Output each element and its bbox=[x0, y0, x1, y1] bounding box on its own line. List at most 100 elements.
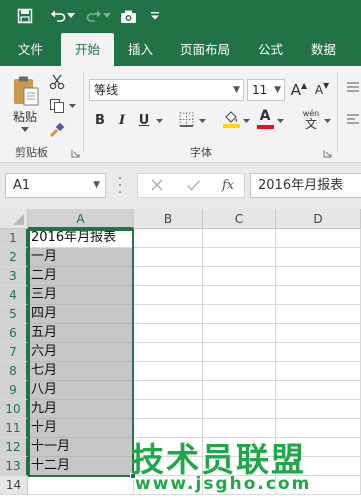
format-painter-icon[interactable] bbox=[47, 120, 67, 140]
cell-a11[interactable]: 十月 bbox=[28, 419, 134, 438]
cell-c7[interactable] bbox=[203, 343, 276, 362]
grow-font-button[interactable]: A ▲ bbox=[290, 79, 308, 101]
paste-dropdown-icon[interactable] bbox=[19, 124, 31, 134]
cell-a1[interactable]: 2016年月报表 bbox=[28, 229, 134, 248]
row-header[interactable]: 3 bbox=[0, 267, 28, 286]
underline-dropdown-icon[interactable] bbox=[154, 116, 164, 126]
cell-d9[interactable] bbox=[276, 381, 361, 400]
borders-icon[interactable] bbox=[177, 110, 195, 128]
cell-d10[interactable] bbox=[276, 400, 361, 419]
font-launcher-icon[interactable] bbox=[323, 147, 332, 158]
cell-b8[interactable] bbox=[134, 362, 203, 381]
column-header-c[interactable]: C bbox=[203, 209, 276, 229]
cell-b7[interactable] bbox=[134, 343, 203, 362]
row-header[interactable]: 4 bbox=[0, 286, 28, 305]
cell-c8[interactable] bbox=[203, 362, 276, 381]
formula-input[interactable]: 2016年月报表 bbox=[250, 173, 361, 198]
font-size-select[interactable]: 11 ▼ bbox=[247, 79, 285, 101]
phonetic-dropdown-icon[interactable] bbox=[322, 116, 332, 126]
cell-d8[interactable] bbox=[276, 362, 361, 381]
select-all-corner[interactable] bbox=[0, 209, 28, 229]
cell-c10[interactable] bbox=[203, 400, 276, 419]
cell-d2[interactable] bbox=[276, 248, 361, 267]
cell-c9[interactable] bbox=[203, 381, 276, 400]
font-color-button[interactable]: A bbox=[256, 108, 274, 130]
column-header-b[interactable]: B bbox=[134, 209, 203, 229]
row-header[interactable]: 9 bbox=[0, 381, 28, 400]
cell-a6[interactable]: 五月 bbox=[28, 324, 134, 343]
cell-d1[interactable] bbox=[276, 229, 361, 248]
cell-c1[interactable] bbox=[203, 229, 276, 248]
borders-dropdown-icon[interactable] bbox=[197, 116, 207, 126]
copy-dropdown-icon[interactable] bbox=[67, 101, 77, 111]
row-header[interactable]: 13 bbox=[0, 457, 28, 476]
cell-b1[interactable] bbox=[134, 229, 203, 248]
cell-a3[interactable]: 二月 bbox=[28, 267, 134, 286]
row-header[interactable]: 1 bbox=[0, 229, 28, 248]
row-header[interactable]: 2 bbox=[0, 248, 28, 267]
phonetic-guide-button[interactable]: wén 文 bbox=[299, 108, 323, 132]
cell-c5[interactable] bbox=[203, 305, 276, 324]
tab-file[interactable]: 文件 bbox=[18, 33, 43, 66]
cell-a10[interactable]: 九月 bbox=[28, 400, 134, 419]
fill-color-dropdown-icon[interactable] bbox=[241, 116, 251, 126]
paste-button[interactable]: 粘贴 bbox=[11, 108, 39, 124]
customize-toolbar-icon[interactable] bbox=[148, 6, 162, 26]
paste-icon[interactable] bbox=[10, 74, 42, 108]
camera-icon[interactable] bbox=[118, 6, 138, 26]
cancel-entry-icon[interactable] bbox=[150, 178, 166, 194]
cell-a4[interactable]: 三月 bbox=[28, 286, 134, 305]
tab-data[interactable]: 数据 bbox=[311, 33, 336, 66]
row-header[interactable]: 12 bbox=[0, 438, 28, 457]
tab-home[interactable]: 开始 bbox=[61, 33, 114, 66]
cell-b10[interactable] bbox=[134, 400, 203, 419]
cell-a14[interactable] bbox=[28, 476, 134, 495]
row-header[interactable]: 10 bbox=[0, 400, 28, 419]
shrink-font-button[interactable]: A ▼ bbox=[313, 79, 331, 101]
row-header[interactable]: 11 bbox=[0, 419, 28, 438]
bold-button[interactable]: B bbox=[92, 111, 108, 129]
italic-button[interactable]: I bbox=[114, 111, 130, 129]
cell-a5[interactable]: 四月 bbox=[28, 305, 134, 324]
tab-page-layout[interactable]: 页面布局 bbox=[180, 33, 230, 66]
formula-bar-grip-icon[interactable] bbox=[119, 177, 122, 193]
cell-b9[interactable] bbox=[134, 381, 203, 400]
cell-b4[interactable] bbox=[134, 286, 203, 305]
row-header[interactable]: 5 bbox=[0, 305, 28, 324]
cell-d6[interactable] bbox=[276, 324, 361, 343]
cell-c3[interactable] bbox=[203, 267, 276, 286]
font-color-dropdown-icon[interactable] bbox=[275, 116, 285, 126]
cell-a9[interactable]: 八月 bbox=[28, 381, 134, 400]
cell-c6[interactable] bbox=[203, 324, 276, 343]
align-left-icon[interactable] bbox=[344, 111, 361, 127]
row-header[interactable]: 8 bbox=[0, 362, 28, 381]
name-box[interactable]: A1 ▼ bbox=[5, 173, 106, 198]
column-header-d[interactable]: D bbox=[276, 209, 361, 229]
cell-d5[interactable] bbox=[276, 305, 361, 324]
cell-b5[interactable] bbox=[134, 305, 203, 324]
confirm-entry-icon[interactable] bbox=[186, 178, 202, 194]
fill-color-icon[interactable] bbox=[222, 108, 240, 130]
cell-a2[interactable]: 一月 bbox=[28, 248, 134, 267]
cell-c4[interactable] bbox=[203, 286, 276, 305]
cell-d7[interactable] bbox=[276, 343, 361, 362]
underline-button[interactable]: U bbox=[136, 111, 152, 129]
row-header[interactable]: 14 bbox=[0, 476, 28, 495]
redo-icon[interactable] bbox=[84, 6, 104, 26]
cell-b3[interactable] bbox=[134, 267, 203, 286]
save-icon[interactable] bbox=[15, 6, 35, 26]
font-name-select[interactable]: 等线 ▼ bbox=[89, 79, 244, 101]
clipboard-launcher-icon[interactable] bbox=[71, 147, 80, 158]
cell-b6[interactable] bbox=[134, 324, 203, 343]
cell-a12[interactable]: 十一月 bbox=[28, 438, 134, 457]
cell-d3[interactable] bbox=[276, 267, 361, 286]
row-header[interactable]: 7 bbox=[0, 343, 28, 362]
cell-a8[interactable]: 七月 bbox=[28, 362, 134, 381]
cell-b2[interactable] bbox=[134, 248, 203, 267]
column-header-a[interactable]: A bbox=[28, 209, 134, 229]
tab-formulas[interactable]: 公式 bbox=[258, 33, 283, 66]
insert-function-button[interactable]: fx bbox=[222, 176, 240, 196]
align-top-icon[interactable] bbox=[344, 79, 361, 95]
undo-icon[interactable] bbox=[48, 6, 68, 26]
cell-a13[interactable]: 十二月 bbox=[28, 457, 134, 476]
